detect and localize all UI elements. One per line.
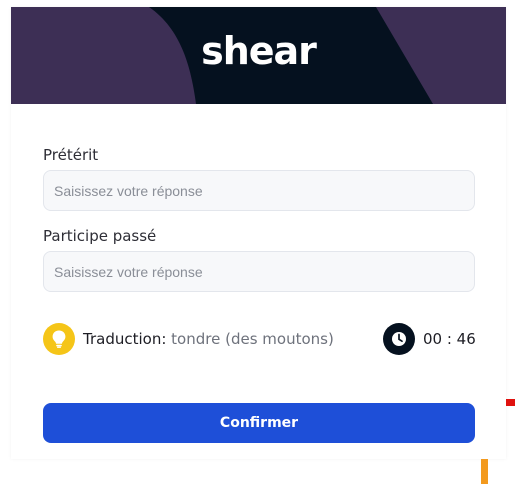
clock-icon xyxy=(383,323,415,355)
countdown-timer: 00 : 46 xyxy=(423,330,476,348)
preterit-input[interactable] xyxy=(43,170,475,211)
lightbulb-icon xyxy=(43,323,75,355)
past-participle-label: Participe passé xyxy=(43,227,157,245)
orange-marker xyxy=(481,459,488,484)
header-banner: shear xyxy=(11,7,506,104)
translation-hint: Traduction: tondre (des moutons) xyxy=(83,330,334,348)
red-marker xyxy=(506,399,515,406)
translation-label: Traduction: xyxy=(83,330,167,348)
past-participle-input[interactable] xyxy=(43,251,475,292)
verb-title: shear xyxy=(201,29,317,73)
verb-quiz-card: shear Prétérit Participe passé Traductio… xyxy=(11,7,506,459)
confirm-button[interactable]: Confirmer xyxy=(43,403,475,443)
preterit-label: Prétérit xyxy=(43,146,99,164)
hint-row: Traduction: tondre (des moutons) 00 : 46 xyxy=(43,322,476,356)
translation-value: tondre (des moutons) xyxy=(171,330,334,348)
